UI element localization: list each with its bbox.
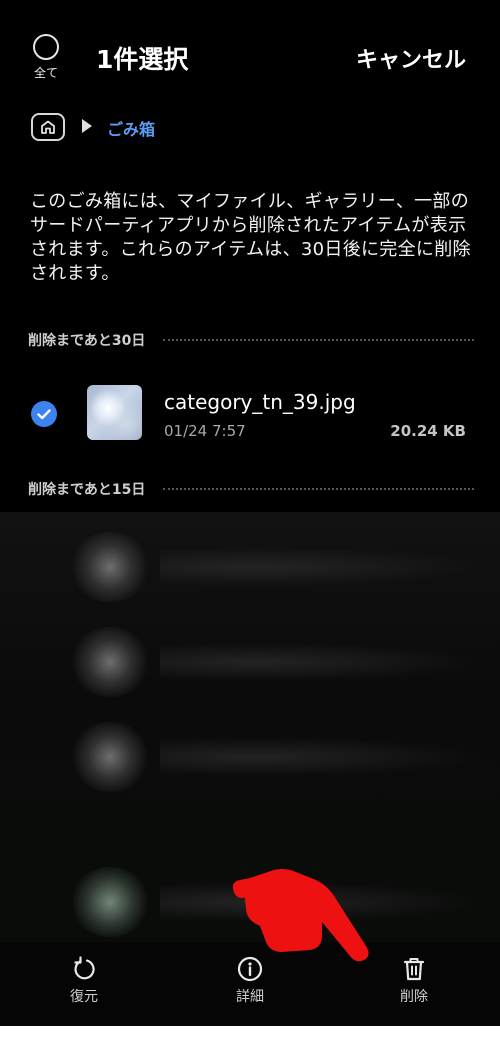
blurred-row [160,737,480,777]
file-size: 20.24 KB [390,422,466,440]
section-header-30-days: 削除まであと30日 [28,329,474,351]
file-date: 01/24 7:57 [164,422,246,440]
trash-icon [403,958,425,981]
pointing-hand-icon [232,869,369,962]
section-label: 削除まであと30日 [28,333,146,349]
section-divider [163,488,474,490]
blurred-thumbnail [70,867,150,937]
file-thumbnail [87,385,142,440]
blurred-row [160,642,480,682]
section-label: 削除まであと15日 [28,482,146,498]
blurred-thumbnail [70,722,150,792]
home-icon [41,120,55,134]
selected-check-icon[interactable] [31,401,57,427]
details-label: 詳細 [236,989,264,1005]
section-header-15-days: 削除まであと15日 [28,478,474,500]
home-button[interactable] [31,113,65,141]
select-all-label: 全て [33,66,58,80]
file-name: category_tn_39.jpg [164,390,356,414]
delete-button[interactable]: 削除 [374,956,454,1006]
selection-count-title: 1件選択 [96,45,189,74]
restore-label: 復元 [70,989,98,1005]
screen: 全て 1件選択 キャンセル ごみ箱 このごみ箱には、マイファイル、ギャラリー、一… [0,0,500,1026]
select-all-checkbox[interactable] [33,34,59,60]
blurred-thumbnail [70,627,150,697]
restore-button[interactable]: 復元 [44,956,124,1006]
trash-info-text: このごみ箱には、マイファイル、ギャラリー、一部のサードパーティアプリから削除され… [30,191,471,284]
breadcrumb-current[interactable]: ごみ箱 [107,116,155,140]
breadcrumb-arrow-icon [82,119,92,133]
blurred-thumbnail [70,532,150,602]
restore-icon [74,956,95,980]
blurred-row [160,547,480,587]
cancel-button[interactable]: キャンセル [356,42,466,74]
delete-label: 削除 [400,989,428,1005]
select-all-toggle[interactable]: 全て [26,34,66,86]
file-list-item[interactable]: category_tn_39.jpg 01/24 7:57 20.24 KB [0,380,500,450]
section-divider [163,339,474,341]
